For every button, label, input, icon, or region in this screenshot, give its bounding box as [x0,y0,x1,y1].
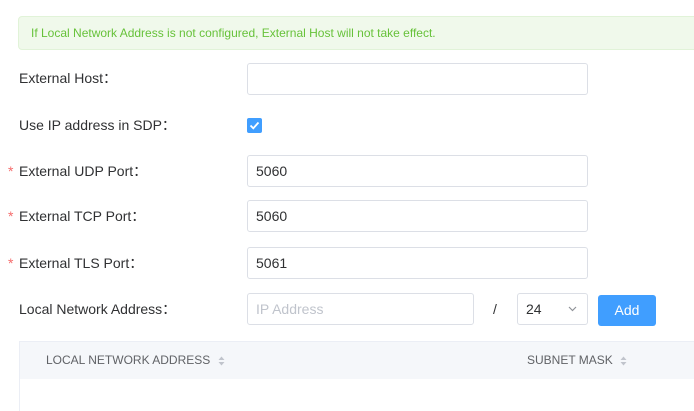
external-tcp-port-input[interactable]: 5060 [247,200,588,232]
required-asterisk: * [8,163,14,179]
local-network-table: LOCAL NETWORK ADDRESS SUBNET MASK [19,341,694,411]
external-udp-port-input[interactable]: 5060 [247,155,588,187]
required-asterisk: * [8,208,14,224]
chevron-down-icon [568,294,577,324]
info-notice: If Local Network Address is not configur… [18,16,694,50]
subnet-separator: / [493,301,497,317]
column-header-local-network-address[interactable]: LOCAL NETWORK ADDRESS [46,342,225,378]
use-ip-in-sdp-checkbox[interactable] [247,118,262,133]
subnet-mask-value: 24 [526,301,542,317]
external-tls-port-label: External TLS Port： [19,255,144,271]
external-tcp-port-label: External TCP Port： [19,208,146,224]
check-icon [249,121,260,130]
table-header: LOCAL NETWORK ADDRESS SUBNET MASK [20,341,694,379]
use-ip-in-sdp-label: Use IP address in SDP： [19,117,176,133]
add-button[interactable]: Add [598,295,656,326]
external-udp-port-label: External UDP Port： [19,163,148,179]
external-host-input[interactable] [247,63,588,95]
local-network-address-label: Local Network Address： [19,301,177,317]
required-asterisk: * [8,255,14,271]
external-tls-port-input[interactable]: 5061 [247,247,588,279]
subnet-mask-select[interactable]: 24 [517,293,588,325]
column-header-subnet-mask[interactable]: SUBNET MASK [527,342,627,378]
ip-address-input[interactable]: IP Address [247,293,474,325]
sort-icon [218,356,225,366]
sort-icon [620,356,627,366]
external-host-label: External Host： [19,70,118,86]
